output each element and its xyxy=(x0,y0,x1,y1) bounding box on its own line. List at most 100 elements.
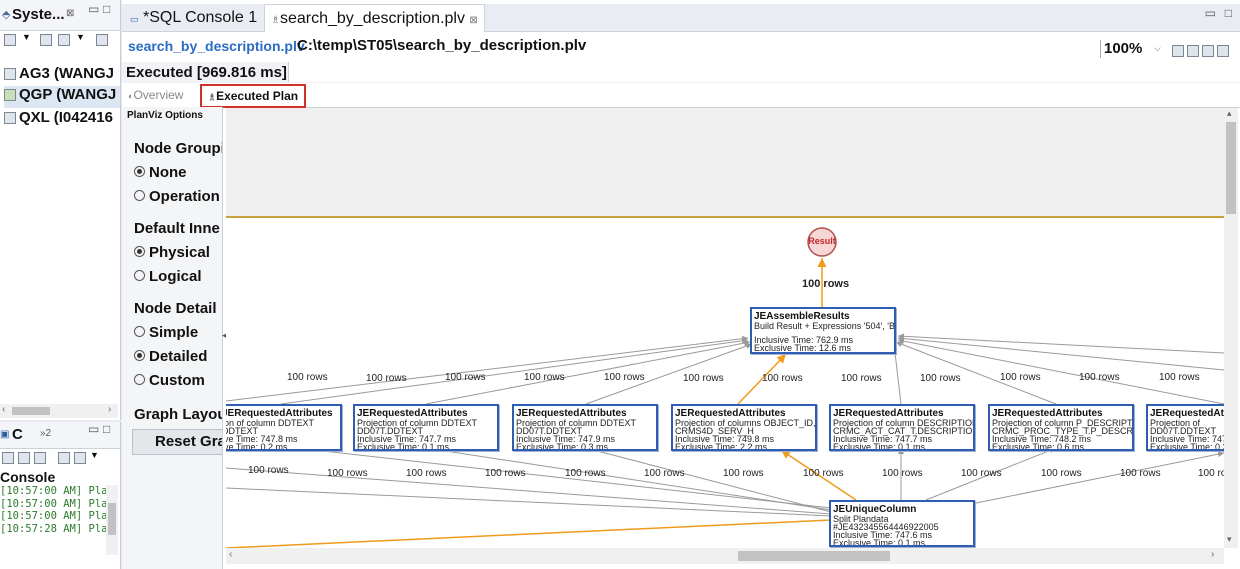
display-console-icon[interactable] xyxy=(74,452,86,464)
dropdown-icon[interactable]: ▼ xyxy=(90,450,99,460)
plan-graph-canvas[interactable]: Result 100 rows JEAssembleResults Build … xyxy=(226,108,1224,548)
planviz-options-panel: PlanViz Options Node Groupi None Operati… xyxy=(122,107,223,569)
scroll-thumb[interactable] xyxy=(1226,122,1236,214)
radio-operation[interactable]: Operation xyxy=(134,188,220,205)
radio-indicator xyxy=(134,246,145,257)
tree-item-label: QGP (WANGJ xyxy=(19,86,117,103)
scroll-left-icon[interactable]: ‹ xyxy=(2,404,5,415)
edge-label: 100 rows xyxy=(565,468,606,479)
link-icon[interactable] xyxy=(96,34,108,46)
radio-custom[interactable]: Custom xyxy=(134,372,205,389)
radio-indicator xyxy=(134,374,145,385)
requested-attributes-node[interactable]: JERequestedAttributes Projection of colu… xyxy=(829,404,975,451)
dropdown-icon[interactable]: ▼ xyxy=(22,32,31,42)
radio-none[interactable]: None xyxy=(134,164,187,181)
unique-column-node[interactable]: JEUniqueColumn Split Plandata #JE4323455… xyxy=(829,500,975,547)
layout-icon[interactable] xyxy=(1172,45,1184,57)
separator xyxy=(1100,40,1101,58)
add-system-icon[interactable] xyxy=(4,34,16,46)
tab-executed-plan[interactable]: ♗Executed Plan xyxy=(200,84,307,108)
node-detail-label: Node Detail xyxy=(134,300,217,317)
maximize-icon[interactable]: □ xyxy=(1225,6,1232,20)
edge xyxy=(280,337,749,405)
radio-label: Physical xyxy=(149,244,210,261)
edge-label: 100 rows xyxy=(802,278,850,290)
view-menu-icon[interactable]: ▼ xyxy=(76,32,85,42)
requested-attributes-node[interactable]: JERequestedAttributes Projection of colu… xyxy=(353,404,499,451)
scroll-right-icon[interactable]: › xyxy=(108,404,111,415)
system-icon xyxy=(4,68,16,81)
radio-logical[interactable]: Logical xyxy=(134,268,202,285)
radio-detailed[interactable]: Detailed xyxy=(134,348,207,365)
tab-search-by-description[interactable]: ♗search_by_description.plv ⊠ xyxy=(264,4,485,32)
radio-indicator xyxy=(134,190,145,201)
scroll-thumb[interactable] xyxy=(108,503,116,535)
edge-label: 100 rows xyxy=(1120,468,1161,479)
minimize-icon[interactable]: ▭ xyxy=(1205,6,1216,20)
tree-item[interactable]: AG3 (WANGJ xyxy=(4,65,120,85)
systems-tab-close-icon[interactable]: ⊠ xyxy=(66,8,74,19)
clear-icon[interactable] xyxy=(1187,45,1199,57)
edge-label: 100 rows xyxy=(485,468,526,479)
zoom-dropdown-icon[interactable]: ⌵ xyxy=(1154,43,1161,54)
requested-attributes-node[interactable]: JERequestedAtt Projection of DD07T.DDTEX… xyxy=(1146,404,1224,451)
console-vscroll[interactable] xyxy=(106,485,118,555)
node-grouping-label: Node Groupi xyxy=(134,140,223,157)
canvas-hscroll[interactable]: ‹ › xyxy=(226,548,1224,564)
requested-attributes-node[interactable]: JERequestedAttributes Projection of colu… xyxy=(512,404,658,451)
tab-sql-console[interactable]: ▭ *SQL Console 1 xyxy=(124,4,263,31)
assemble-results-node[interactable]: JEAssembleResults Build Result + Express… xyxy=(750,307,896,354)
save-icon[interactable] xyxy=(1202,45,1214,57)
systems-tab-label[interactable]: Syste... xyxy=(12,6,65,23)
scroll-thumb[interactable] xyxy=(738,551,890,561)
node-exclusive-time: Exclusive Time: 0.2 xyxy=(1150,442,1224,451)
scroll-right-icon[interactable]: › xyxy=(1211,549,1214,560)
tree-item[interactable]: QXL (I042416 xyxy=(4,109,120,129)
edge-label: 100 rows xyxy=(961,468,1002,479)
radio-label: None xyxy=(149,164,187,181)
zoom-level[interactable]: 100% xyxy=(1104,40,1142,57)
print-icon[interactable] xyxy=(1217,45,1229,57)
edge xyxy=(425,445,832,511)
tab-label: Executed Plan xyxy=(216,89,299,103)
scroll-thumb[interactable] xyxy=(12,407,50,415)
edge-label: 100 rows xyxy=(445,372,486,383)
radio-simple[interactable]: Simple xyxy=(134,324,198,341)
edge-label: 100 rows xyxy=(762,373,803,384)
systems-hscroll[interactable]: ‹ › xyxy=(0,404,118,418)
scroll-up-icon[interactable]: ▴ xyxy=(1227,108,1232,119)
console-line: [10:57:28 AM] Plan xyxy=(0,522,106,535)
minimize-icon[interactable]: ▭ xyxy=(88,422,99,436)
collapse-icon[interactable] xyxy=(58,34,70,46)
node-exclusive-time: Exclusive Time: 0.6 ms xyxy=(992,442,1085,451)
edge-label: 100 rows xyxy=(920,373,961,384)
requested-attributes-node[interactable]: JERequestedAttributes Projection of colu… xyxy=(988,404,1134,451)
minimize-icon[interactable]: ▭ xyxy=(88,2,99,16)
lock-scroll-icon[interactable] xyxy=(18,452,30,464)
maximize-icon[interactable]: □ xyxy=(103,422,110,436)
tree-item-selected[interactable]: QGP (WANGJ xyxy=(4,86,120,108)
scroll-left-icon[interactable]: ‹ xyxy=(229,549,232,560)
result-node-label: Result xyxy=(808,236,836,246)
pin-console-icon[interactable] xyxy=(58,452,70,464)
radio-indicator xyxy=(134,166,145,177)
word-wrap-icon[interactable] xyxy=(34,452,46,464)
execution-status: Executed [969.816 ms] xyxy=(126,64,287,81)
reset-graph-button[interactable]: Reset Gra xyxy=(132,429,222,455)
more-views-icon[interactable]: »2 xyxy=(40,428,51,439)
edge-label: 100 rows xyxy=(604,372,645,383)
maximize-icon[interactable]: □ xyxy=(103,2,110,16)
systems-tabbar: ⬘ Syste... ⊠ ▭ □ xyxy=(0,0,120,31)
filter-icon[interactable] xyxy=(40,34,52,46)
radio-physical[interactable]: Physical xyxy=(134,244,210,261)
scroll-down-icon[interactable]: ▾ xyxy=(1227,534,1232,545)
requested-attributes-node[interactable]: JERequestedAttributes ion of column DDTE… xyxy=(226,404,342,451)
requested-attributes-node[interactable]: JERequestedAttributes Projection of colu… xyxy=(671,404,817,451)
close-tab-icon[interactable]: ⊠ xyxy=(469,15,477,26)
clear-console-icon[interactable] xyxy=(2,452,14,464)
edge-label: 100 rows xyxy=(683,373,724,384)
canvas-vscroll[interactable]: ▴ ▾ xyxy=(1224,108,1238,548)
file-link[interactable]: search_by_description.plv xyxy=(128,38,305,54)
tab-overview[interactable]: ◐Overview xyxy=(128,88,183,102)
console-tab-label[interactable]: C xyxy=(12,426,23,443)
